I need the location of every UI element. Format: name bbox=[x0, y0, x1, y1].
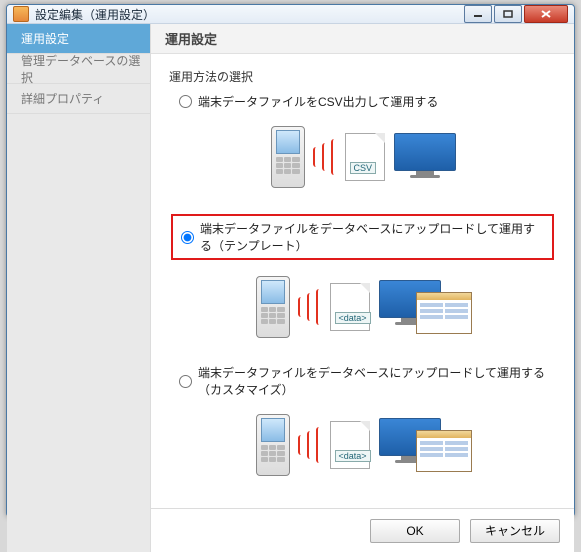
sidebar: 運用設定 管理データベースの選択 詳細プロパティ bbox=[7, 24, 151, 552]
option-csv[interactable]: 端末データファイルをCSV出力して運用する bbox=[179, 93, 558, 110]
option-template-radio[interactable] bbox=[181, 231, 194, 244]
file-tag: CSV bbox=[350, 162, 377, 174]
option-label: 端末データファイルをデータベースにアップロードして運用する（テンプレート） bbox=[200, 220, 542, 254]
csv-file-icon: CSV bbox=[345, 133, 385, 181]
close-button[interactable] bbox=[524, 5, 568, 23]
handheld-icon bbox=[256, 414, 290, 476]
data-file-icon: <data> bbox=[330, 283, 370, 331]
dialog-body: 運用設定 管理データベースの選択 詳細プロパティ 運用設定 運用方法の選択 端末… bbox=[7, 24, 574, 552]
option-template[interactable]: 端末データファイルをデータベースにアップロードして運用する（テンプレート） bbox=[181, 220, 542, 254]
cancel-button[interactable]: キャンセル bbox=[470, 519, 560, 543]
data-file-icon: <data> bbox=[330, 421, 370, 469]
dialog-window: 設定編集（運用設定） 運用設定 管理データベースの選択 詳細プロパティ 運用設定… bbox=[6, 4, 575, 517]
file-tag: <data> bbox=[335, 312, 371, 324]
option-customize-illustration: <data> bbox=[169, 402, 558, 488]
option-template-illustration: <data> bbox=[169, 264, 558, 350]
maximize-button[interactable] bbox=[494, 5, 522, 23]
sidebar-item-operation[interactable]: 運用設定 bbox=[7, 24, 150, 54]
sidebar-item-label: 運用設定 bbox=[21, 30, 69, 47]
option-csv-illustration: CSV bbox=[169, 114, 558, 200]
main-content: 運用方法の選択 端末データファイルをCSV出力して運用する CSV 端 bbox=[151, 54, 574, 508]
app-window-icon bbox=[416, 292, 472, 334]
handheld-icon bbox=[271, 126, 305, 188]
app-window-icon bbox=[416, 430, 472, 472]
file-tag: <data> bbox=[335, 450, 371, 462]
group-label: 運用方法の選択 bbox=[169, 68, 558, 85]
option-customize-radio[interactable] bbox=[179, 375, 192, 388]
wireless-icon bbox=[298, 289, 322, 325]
sidebar-item-database[interactable]: 管理データベースの選択 bbox=[7, 54, 150, 84]
main-header: 運用設定 bbox=[151, 24, 574, 54]
sidebar-item-properties[interactable]: 詳細プロパティ bbox=[7, 84, 150, 114]
sidebar-item-label: 管理データベースの選択 bbox=[21, 52, 150, 86]
monitor-icon bbox=[393, 133, 457, 181]
option-template-highlight: 端末データファイルをデータベースにアップロードして運用する（テンプレート） bbox=[171, 214, 554, 260]
option-label: 端末データファイルをCSV出力して運用する bbox=[198, 93, 438, 110]
window-controls bbox=[462, 5, 568, 23]
ok-button[interactable]: OK bbox=[370, 519, 460, 543]
window-title: 設定編集（運用設定） bbox=[35, 6, 462, 23]
handheld-icon bbox=[256, 276, 290, 338]
option-csv-radio[interactable] bbox=[179, 95, 192, 108]
wireless-icon bbox=[313, 139, 337, 175]
minimize-button[interactable] bbox=[464, 5, 492, 23]
main-panel: 運用設定 運用方法の選択 端末データファイルをCSV出力して運用する CSV bbox=[151, 24, 574, 552]
option-customize[interactable]: 端末データファイルをデータベースにアップロードして運用する（カスタマイズ） bbox=[179, 364, 558, 398]
app-icon bbox=[13, 6, 29, 22]
titlebar[interactable]: 設定編集（運用設定） bbox=[7, 5, 574, 24]
sidebar-item-label: 詳細プロパティ bbox=[21, 90, 104, 107]
dialog-footer: OK キャンセル bbox=[151, 508, 574, 552]
wireless-icon bbox=[298, 427, 322, 463]
option-label: 端末データファイルをデータベースにアップロードして運用する（カスタマイズ） bbox=[198, 364, 558, 398]
